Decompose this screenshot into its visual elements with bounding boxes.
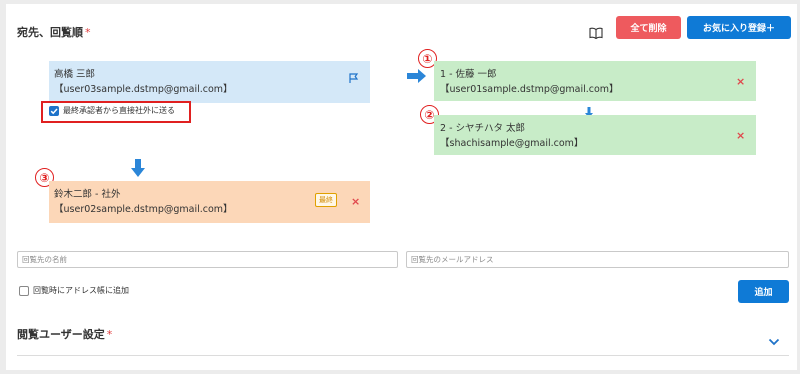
required-mark: *: [85, 26, 91, 39]
arrow-right-icon: [407, 68, 427, 87]
address-book-label: 回覧時にアドレス帳に追加: [33, 286, 129, 295]
direct-send-label: 最終承認者から直接社外に送る: [63, 106, 175, 115]
recipient-name-input[interactable]: [17, 251, 398, 268]
approver-card-1: 1 - 佐藤 一郎 【user01sample.dstmp@gmail.com】…: [434, 61, 756, 101]
add-favorite-button[interactable]: お気に入り登録＋: [687, 16, 791, 39]
approver-2-name: 2 - シヤチハタ 太郎: [440, 123, 526, 134]
section-divider: [17, 355, 789, 356]
remove-external-button[interactable]: ×: [351, 194, 360, 209]
arrow-down-icon: [131, 159, 145, 181]
recipients-title-text: 宛先、回覧順: [17, 26, 83, 39]
clear-all-button[interactable]: 全て削除: [616, 16, 681, 39]
direct-send-checkbox[interactable]: [49, 106, 59, 116]
sender-email: 【user03sample.dstmp@gmail.com】: [54, 84, 233, 95]
remove-approver-1-button[interactable]: ×: [736, 74, 745, 89]
add-recipient-button[interactable]: 追加: [738, 280, 789, 303]
approver-1-name: 1 - 佐藤 一郎: [440, 69, 497, 80]
recipient-email-input[interactable]: [406, 251, 789, 268]
viewers-required-mark: *: [106, 328, 113, 341]
viewers-title-text: 閲覧ユーザー設定: [17, 328, 105, 341]
sender-name: 高橋 三郎: [54, 69, 96, 80]
approver-card-2: 2 - シヤチハタ 太郎 【shachisample@gmail.com】 ×: [434, 115, 756, 155]
approver-1-email: 【user01sample.dstmp@gmail.com】: [440, 84, 619, 95]
final-badge: 最終: [315, 193, 337, 207]
sender-card: 高橋 三郎 【user03sample.dstmp@gmail.com】: [49, 61, 370, 103]
recipients-panel: 宛先、回覧順 * 全て削除 お気に入り登録＋ 高橋 三郎 【user03sampl…: [6, 4, 797, 370]
viewers-section-title: 閲覧ユーザー設定 *: [17, 326, 112, 342]
book-icon[interactable]: [589, 24, 603, 40]
remove-approver-2-button[interactable]: ×: [736, 128, 745, 143]
approver-2-email: 【shachisample@gmail.com】: [440, 138, 584, 149]
chevron-down-icon[interactable]: [768, 331, 780, 350]
recipients-section-title: 宛先、回覧順 *: [17, 24, 91, 40]
flag-icon: [348, 73, 359, 89]
external-recipient-card: 鈴木二郎 - 社外 【user02sample.dstmp@gmail.com】…: [49, 181, 370, 223]
address-book-checkbox[interactable]: [19, 286, 29, 296]
